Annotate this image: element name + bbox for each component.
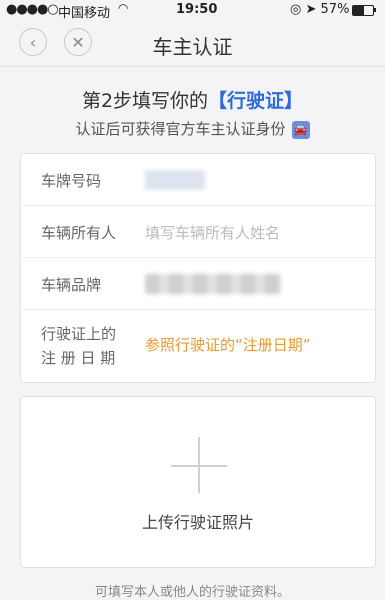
status-bar: ●●●●○ 中国移动 ◠ 19:50 ◎ ➤ 57% bbox=[0, 0, 385, 21]
brand-row[interactable]: 车辆品牌 bbox=[21, 258, 375, 310]
page-title: 车主认证 bbox=[152, 35, 233, 59]
location-icon: ➤ bbox=[305, 2, 317, 17]
owner-label: 车辆所有人 bbox=[41, 224, 117, 242]
step-heading: 第2步填写你的【行驶证】 bbox=[0, 86, 385, 113]
plate-label: 车牌号码 bbox=[41, 172, 102, 190]
status-time: 19:50 bbox=[176, 2, 218, 17]
owner-row[interactable]: 车辆所有人 填写车辆所有人姓名 bbox=[21, 206, 375, 258]
reg-date-label-line2: 注 册 日 期 bbox=[41, 349, 116, 367]
plate-row[interactable]: 车牌号码 bbox=[21, 154, 375, 206]
battery-icon bbox=[352, 5, 374, 16]
brand-label: 车辆品牌 bbox=[41, 276, 102, 294]
battery-percent: 57% bbox=[320, 2, 350, 17]
plus-icon-vertical bbox=[198, 437, 200, 493]
upload-photo-button[interactable]: 上传行驶证照片 bbox=[20, 396, 376, 568]
wifi-icon: ◠ bbox=[118, 1, 129, 15]
status-right: ◎ ➤ 57% bbox=[290, 2, 349, 17]
battery-tip bbox=[374, 8, 376, 12]
step-prefix: 第2步填写你的 bbox=[81, 90, 209, 112]
reg-date-input[interactable]: 参照行驶证的“注册日期” bbox=[145, 334, 311, 355]
lock-rotation-icon: ◎ bbox=[290, 2, 302, 17]
car-icon: 🚘 bbox=[291, 120, 310, 139]
upload-label: 上传行驶证照片 bbox=[141, 513, 254, 532]
carrier-name: 中国移动 bbox=[58, 6, 111, 21]
subtitle-text: 认证后可获得官方车主认证身份 bbox=[75, 120, 286, 138]
step-highlight: 【行驶证】 bbox=[208, 90, 304, 112]
reg-date-row[interactable]: 行驶证上的 注 册 日 期 参照行驶证的“注册日期” bbox=[21, 310, 375, 384]
vehicle-form: 车牌号码 车辆所有人 填写车辆所有人姓名 车辆品牌 行驶证上的 注 册 日 期 … bbox=[20, 153, 376, 383]
plate-value-blurred[interactable] bbox=[145, 170, 205, 190]
footnote: 可填写本人或他人的行驶证资料。 bbox=[94, 585, 290, 600]
reg-date-label: 行驶证上的 注 册 日 期 bbox=[41, 322, 116, 370]
reg-date-label-line1: 行驶证上的 bbox=[41, 325, 117, 343]
owner-input[interactable]: 填写车辆所有人姓名 bbox=[145, 222, 280, 243]
brand-value-blurred[interactable] bbox=[145, 274, 281, 294]
subtitle: 认证后可获得官方车主认证身份 🚘 bbox=[0, 118, 385, 139]
signal-icon: ●●●●○ bbox=[6, 2, 59, 17]
nav-bar: ‹ ✕ 车主认证 bbox=[0, 20, 385, 67]
